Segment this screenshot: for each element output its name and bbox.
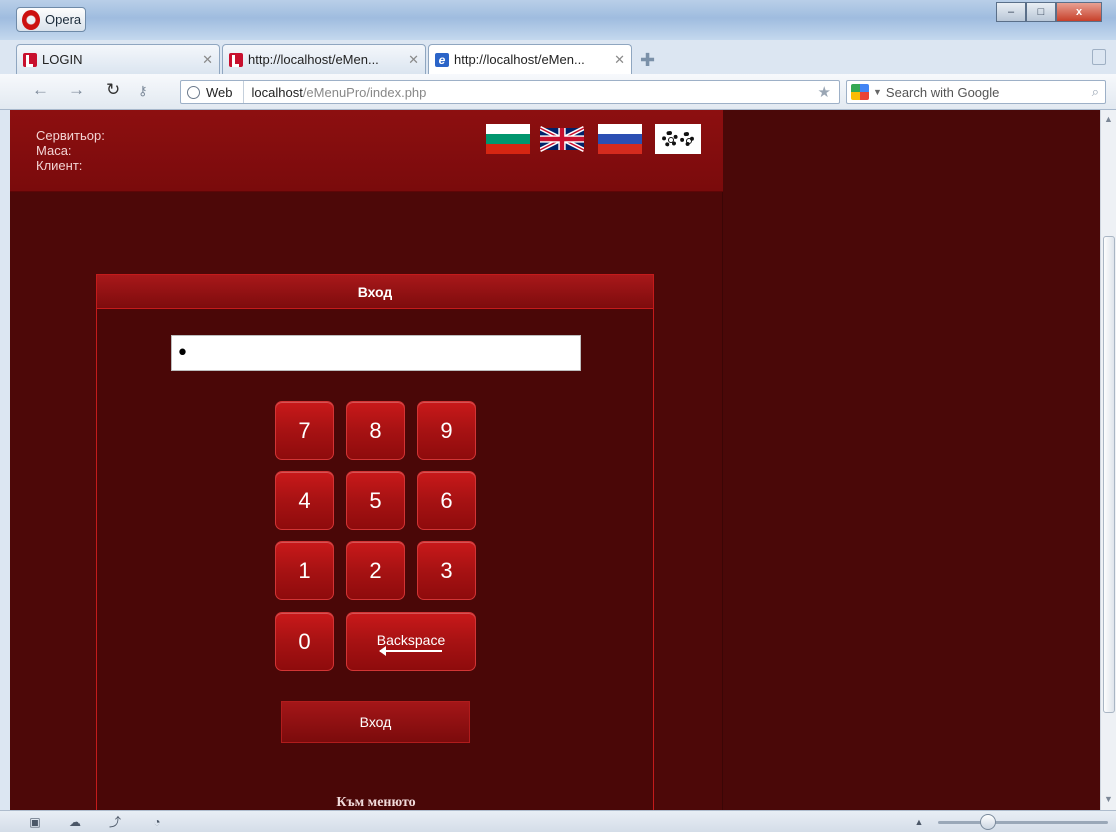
gear-small-icon: [680, 132, 694, 146]
window-titlebar: Opera – □ x: [0, 0, 1116, 40]
tab-close-icon[interactable]: ✕: [202, 52, 213, 68]
maximize-button[interactable]: □: [1026, 2, 1056, 22]
forward-icon[interactable]: →: [68, 80, 85, 100]
russian-flag-icon[interactable]: [598, 124, 642, 154]
gear-large-icon: [662, 131, 678, 147]
backspace-label: Backspace: [376, 631, 446, 648]
url-host: localhost: [251, 84, 303, 100]
site-info-badge[interactable]: Web: [181, 81, 244, 103]
url-field[interactable]: Web localhost/eMenuPro/index.php ★: [180, 80, 840, 104]
zoom-slider-knob[interactable]: [980, 814, 996, 830]
keypad-2-button[interactable]: 2: [346, 541, 405, 600]
keypad-3-button[interactable]: 3: [417, 541, 476, 600]
close-window-button[interactable]: x: [1056, 2, 1102, 22]
opera-logo-icon: [22, 9, 40, 30]
tab-label: http://localhost/eMen...: [454, 52, 585, 67]
url-text: localhost/eMenuPro/index.php: [244, 85, 427, 100]
backspace-arrow-icon: [379, 645, 442, 656]
keypad-4-button[interactable]: 4: [275, 471, 334, 530]
search-placeholder: Search with Google: [885, 84, 1000, 100]
status-bar: ▣ ☁ ⤴ ◔ ▲: [0, 810, 1116, 832]
tab-close-icon[interactable]: ✕: [614, 52, 625, 68]
share-icon[interactable]: ⤴: [108, 815, 122, 829]
login-panel-title: Вход: [97, 275, 653, 309]
keypad-8-button[interactable]: 8: [346, 401, 405, 460]
page-header: Сервитьор: Маса: Клиент:: [10, 110, 723, 192]
search-field[interactable]: ▼ Search with Google ⌕: [846, 80, 1106, 104]
address-toolbar: ← → ↻ ⚷ Web localhost/eMenuPro/index.php…: [0, 74, 1116, 110]
back-icon[interactable]: ←: [32, 80, 49, 100]
keypad-9-button[interactable]: 9: [417, 401, 476, 460]
settings-gear-icon[interactable]: [655, 124, 701, 154]
table-label: Маса:: [36, 143, 72, 158]
client-label: Клиент:: [36, 158, 83, 173]
scroll-up-icon[interactable]: ▲: [1104, 114, 1113, 124]
web-page-viewport: Сервитьор: Маса: Клиент: Вход 7 8 9: [10, 110, 1100, 810]
zoom-slider-track[interactable]: [938, 821, 1108, 824]
uk-flag-icon[interactable]: [540, 124, 584, 154]
minimize-button[interactable]: –: [996, 2, 1026, 22]
pin-input[interactable]: [171, 335, 581, 371]
new-tab-icon[interactable]: ✚: [640, 50, 655, 71]
tab-label: LOGIN: [42, 52, 83, 67]
vertical-scrollbar[interactable]: ▲ ▼: [1100, 110, 1116, 810]
backspace-button[interactable]: Backspace: [346, 612, 476, 671]
reload-icon[interactable]: ↻: [106, 80, 120, 100]
search-engine-dropdown-icon[interactable]: ▼: [873, 87, 882, 97]
keypad-5-button[interactable]: 5: [346, 471, 405, 530]
explorer-icon: e: [435, 52, 449, 67]
login-submit-button[interactable]: Вход: [281, 701, 470, 743]
to-menu-link[interactable]: Към менюто: [97, 795, 655, 810]
opera-menu-button[interactable]: Opera: [16, 7, 86, 32]
google-icon: [851, 84, 869, 100]
window-controls: – □ x: [996, 2, 1102, 22]
search-icon[interactable]: ⌕: [1092, 84, 1099, 100]
key-icon[interactable]: ⚷: [138, 83, 148, 99]
opera-unite-icon[interactable]: ☁: [68, 815, 82, 829]
bookmark-star-icon[interactable]: ★: [818, 83, 831, 101]
opera-menu-label: Opera: [45, 12, 82, 27]
scrollbar-thumb[interactable]: [1103, 236, 1115, 713]
waiter-label: Сервитьор:: [36, 128, 105, 143]
url-path: /eMenuPro/index.php: [302, 84, 427, 100]
zoom-up-icon[interactable]: ▲: [912, 815, 926, 829]
panel-toggle-icon[interactable]: ▣: [28, 815, 42, 829]
scroll-down-icon[interactable]: ▼: [1104, 794, 1113, 804]
speed-dial-icon[interactable]: ◔: [150, 815, 164, 829]
tab-login[interactable]: LOGIN ✕: [16, 44, 220, 74]
tab-label: http://localhost/eMen...: [248, 52, 379, 67]
opera-icon: [23, 52, 37, 67]
keypad-0-button[interactable]: 0: [275, 612, 334, 671]
globe-icon: [187, 85, 200, 99]
tab-close-icon[interactable]: ✕: [408, 52, 419, 68]
login-panel: Вход 7 8 9 4 5 6 1 2 3 0 Backspace Вход …: [96, 274, 654, 810]
bulgarian-flag-icon[interactable]: [486, 124, 530, 154]
keypad-1-button[interactable]: 1: [275, 541, 334, 600]
site-info-label: Web: [206, 84, 233, 100]
keypad-6-button[interactable]: 6: [417, 471, 476, 530]
app-page: Сервитьор: Маса: Клиент: Вход 7 8 9: [10, 110, 723, 810]
trash-icon[interactable]: [1092, 49, 1106, 65]
tab-bar: LOGIN ✕ http://localhost/eMen... ✕ e htt…: [0, 40, 1116, 74]
opera-icon: [229, 52, 243, 67]
tab-localhost-1[interactable]: http://localhost/eMen... ✕: [222, 44, 426, 74]
keypad-7-button[interactable]: 7: [275, 401, 334, 460]
tab-localhost-active[interactable]: e http://localhost/eMen... ✕: [428, 44, 632, 74]
